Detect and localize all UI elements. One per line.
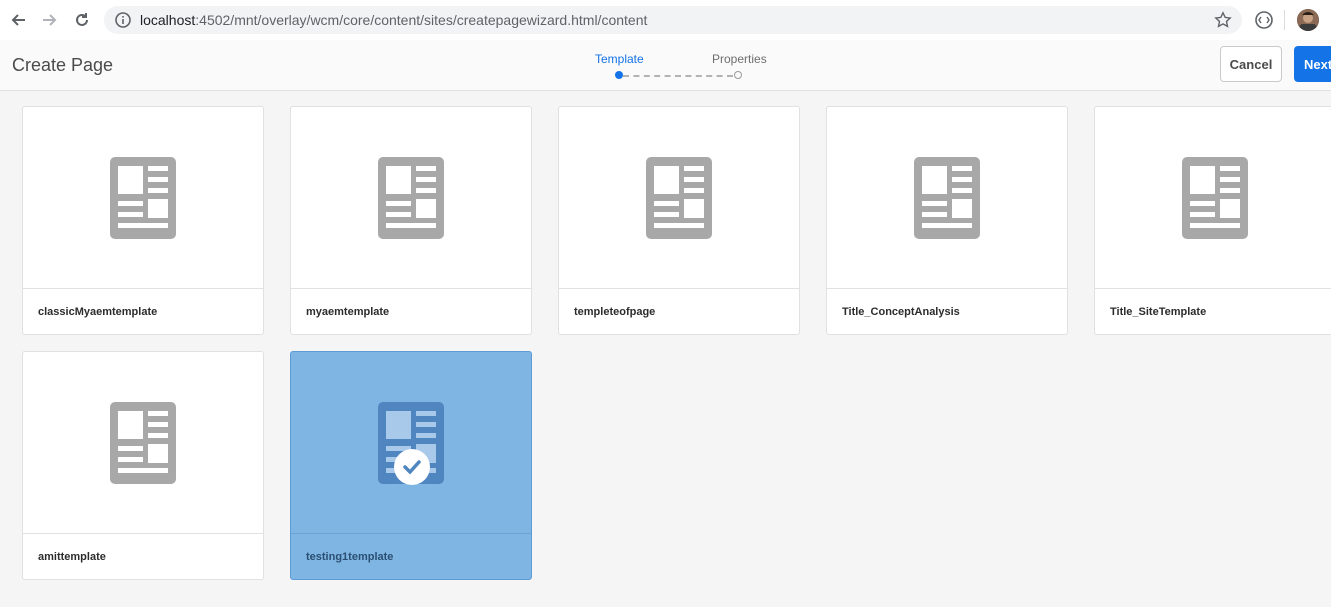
template-card[interactable]: testing1template: [290, 351, 532, 580]
page-title: Create Page: [12, 55, 114, 75]
reload-button[interactable]: [70, 8, 94, 32]
arrow-left-icon: [11, 14, 25, 26]
forward-button[interactable]: [38, 8, 62, 32]
template-name: Title_SiteTemplate: [1110, 306, 1207, 318]
step-properties[interactable]: Properties: [712, 52, 767, 66]
card-divider: [23, 288, 263, 289]
template-thumbnail: [23, 352, 263, 533]
template-card[interactable]: myaemtemplate: [290, 106, 532, 335]
checkmark-icon: [394, 449, 430, 485]
star-icon[interactable]: [1214, 11, 1232, 29]
template-name: myaemtemplate: [306, 306, 390, 318]
template-thumbnail: [23, 107, 263, 288]
info-icon[interactable]: [114, 11, 132, 29]
template-name: testing1template: [306, 551, 394, 563]
template-card[interactable]: Title_SiteTemplate: [1094, 106, 1331, 335]
address-bar[interactable]: localhost:4502/mnt/overlay/wcm/core/cont…: [104, 6, 1242, 34]
step-progress-line: [623, 75, 733, 77]
card-divider: [827, 288, 1067, 289]
step-indicator-pending: [734, 71, 742, 79]
cancel-button[interactable]: Cancel: [1220, 46, 1282, 82]
back-button[interactable]: [6, 8, 30, 32]
template-thumbnail: [1095, 107, 1331, 288]
template-thumbnail: [827, 107, 1067, 288]
page-template-icon: [1182, 156, 1248, 239]
page-template-icon: [914, 156, 980, 239]
wizard-header: Create Page Template Properties: [0, 40, 1331, 91]
card-divider: [291, 533, 531, 534]
step-indicator-active: [615, 71, 623, 79]
next-button[interactable]: Next: [1294, 46, 1331, 82]
avatar[interactable]: [1297, 9, 1319, 31]
template-thumbnail: [291, 352, 531, 533]
page-template-icon: [110, 156, 176, 239]
toolbar-separator: [1284, 10, 1285, 30]
arrow-right-icon: [43, 14, 57, 26]
page-template-icon: [378, 156, 444, 239]
page-template-icon: [110, 401, 176, 484]
card-divider: [1095, 288, 1331, 289]
browser-toolbar: localhost:4502/mnt/overlay/wcm/core/cont…: [0, 0, 1331, 41]
template-thumbnail: [291, 107, 531, 288]
template-card[interactable]: amittemplate: [22, 351, 264, 580]
url-text: localhost:4502/mnt/overlay/wcm/core/cont…: [140, 12, 648, 28]
template-thumbnail: [559, 107, 799, 288]
page-template-icon: [646, 156, 712, 239]
template-card[interactable]: templeteofpage: [558, 106, 800, 335]
template-card[interactable]: Title_ConceptAnalysis: [826, 106, 1068, 335]
template-name: templeteofpage: [574, 306, 656, 318]
card-divider: [291, 288, 531, 289]
reload-icon: [76, 13, 88, 26]
extension-icon[interactable]: [1254, 10, 1274, 30]
template-name: classicMyaemtemplate: [38, 306, 158, 318]
profile-photo-icon: [1297, 9, 1319, 31]
template-name: Title_ConceptAnalysis: [842, 306, 960, 318]
step-template[interactable]: Template: [595, 52, 644, 66]
template-card[interactable]: classicMyaemtemplate: [22, 106, 264, 335]
card-divider: [23, 533, 263, 534]
card-divider: [559, 288, 799, 289]
template-name: amittemplate: [38, 551, 106, 563]
